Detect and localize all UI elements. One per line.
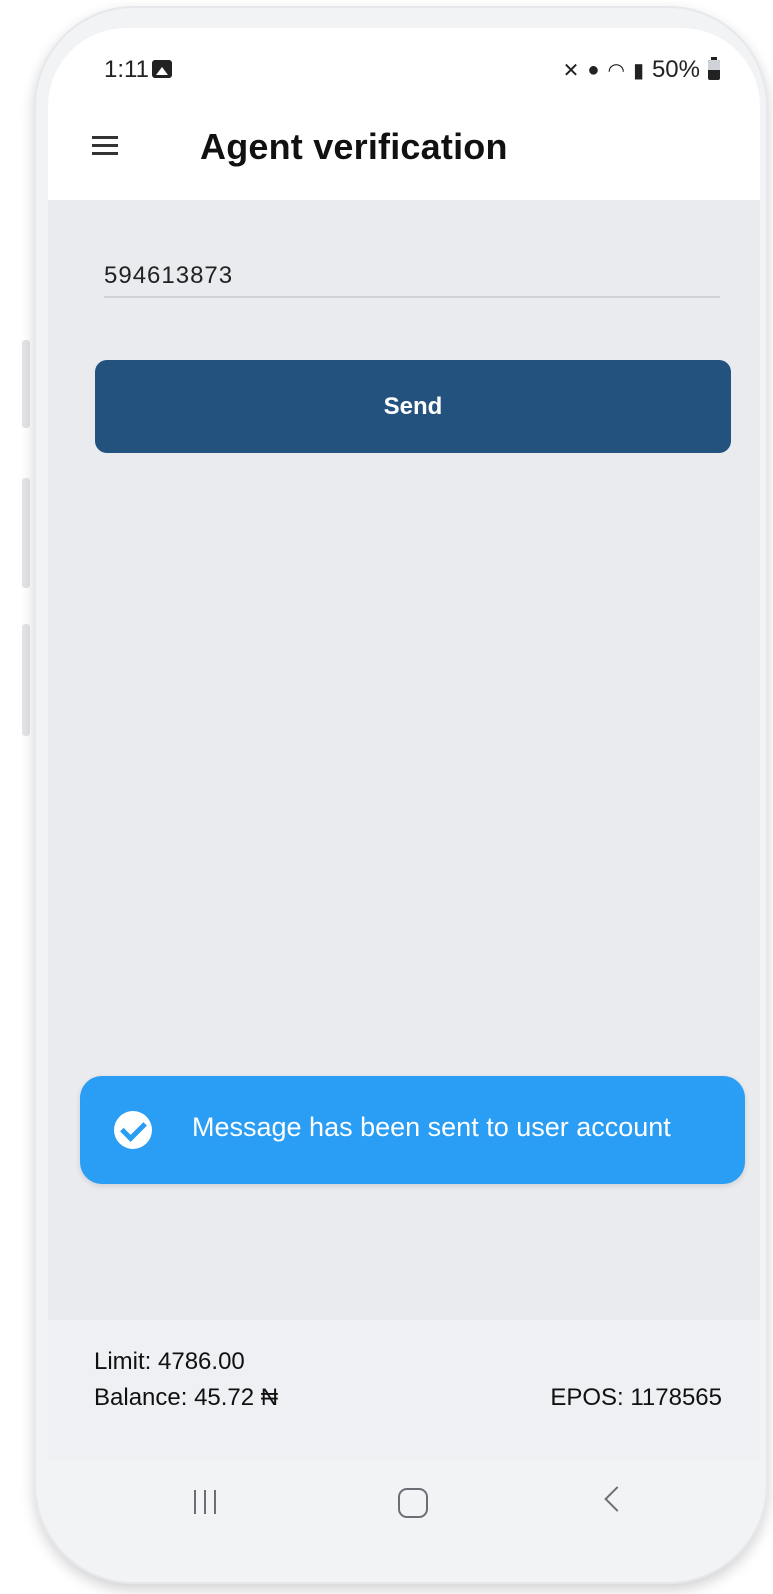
signal-icon: ▮ (632, 59, 644, 82)
volume-down-button (22, 478, 30, 588)
status-bar: 1:11 ✕ ● ◠ ▮ 50% (48, 28, 760, 108)
wifi-icon: ◠ (607, 59, 625, 82)
side-button (22, 624, 30, 736)
system-nav-bar (48, 1460, 760, 1568)
balance-text: Balance: 45.72 ₦ (94, 1384, 279, 1411)
battery-icon (708, 57, 720, 80)
mute-icon: ✕ (562, 59, 580, 82)
gallery-icon (152, 60, 172, 78)
back-icon[interactable] (604, 1486, 630, 1512)
volume-up-button (22, 340, 30, 428)
location-icon: ● (587, 58, 600, 81)
send-button[interactable]: Send (95, 360, 731, 453)
toast-message: Message has been sent to user account (192, 1112, 671, 1142)
check-circle-icon (114, 1111, 152, 1149)
app-bar: Agent verification (48, 108, 760, 200)
home-icon[interactable] (398, 1488, 428, 1518)
device-frame: 1:11 ✕ ● ◠ ▮ 50% Agent verification Send… (0, 0, 773, 1594)
hamburger-menu-icon[interactable] (92, 136, 118, 156)
screen: 1:11 ✕ ● ◠ ▮ 50% Agent verification Send… (48, 28, 760, 1568)
agent-id-input[interactable] (104, 256, 720, 298)
status-time: 1:11 (104, 56, 149, 83)
page-title: Agent verification (200, 126, 508, 167)
recents-icon[interactable] (194, 1490, 216, 1514)
limit-text: Limit: 4786.00 (94, 1348, 245, 1375)
battery-percent: 50% (651, 56, 700, 83)
epos-text: EPOS: 1178565 (550, 1384, 722, 1411)
success-toast: Message has been sent to user account (80, 1076, 745, 1184)
status-icons: ✕ ● ◠ ▮ 50% (563, 56, 720, 84)
account-info-footer: Limit: 4786.00 Balance: 45.72 ₦ EPOS: 11… (48, 1320, 760, 1460)
